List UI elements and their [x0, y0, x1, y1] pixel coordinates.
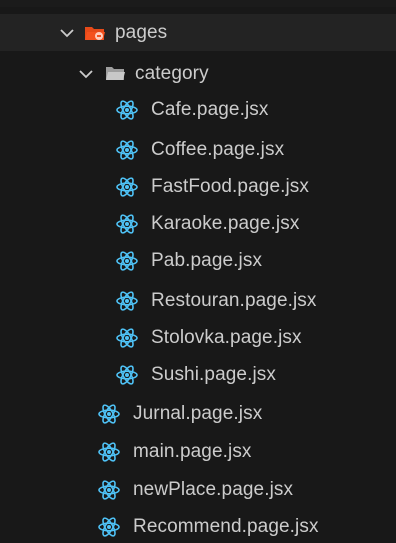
folder-pages-label: pages	[115, 22, 168, 43]
file-label: Sushi.page.jsx	[151, 364, 276, 385]
file-item[interactable]: Restouran.page.jsx	[0, 282, 396, 319]
file-item[interactable]: Recommend.page.jsx	[0, 508, 396, 543]
file-item[interactable]: main.page.jsx	[0, 433, 396, 470]
file-item[interactable]: newPlace.page.jsx	[0, 471, 396, 508]
react-icon	[116, 99, 138, 121]
file-explorer: pages category Cafe.page.jsx Coffee.page…	[0, 0, 396, 543]
react-icon	[116, 364, 138, 386]
file-item[interactable]: Cafe.page.jsx	[0, 91, 396, 128]
file-label: main.page.jsx	[133, 441, 252, 462]
chevron-down-icon[interactable]	[77, 65, 95, 83]
file-label: Coffee.page.jsx	[151, 139, 285, 160]
react-icon	[116, 290, 138, 312]
file-label: Pab.page.jsx	[151, 250, 263, 271]
react-icon	[116, 327, 138, 349]
file-item[interactable]: Sushi.page.jsx	[0, 356, 396, 393]
react-icon	[116, 250, 138, 272]
folder-open-pages-icon	[84, 24, 106, 42]
file-label: Cafe.page.jsx	[151, 99, 269, 120]
file-label: Karaoke.page.jsx	[151, 213, 300, 234]
file-item[interactable]: Stolovka.page.jsx	[0, 319, 396, 356]
folder-category-label: category	[135, 63, 209, 84]
file-label: Jurnal.page.jsx	[133, 403, 263, 424]
react-icon	[98, 479, 120, 501]
file-item[interactable]: FastFood.page.jsx	[0, 168, 396, 205]
file-label: Recommend.page.jsx	[133, 516, 319, 537]
react-icon	[116, 213, 138, 235]
file-item[interactable]: Coffee.page.jsx	[0, 131, 396, 168]
chevron-down-icon[interactable]	[58, 24, 76, 42]
folder-open-icon	[105, 65, 126, 82]
file-item[interactable]: Karaoke.page.jsx	[0, 205, 396, 242]
explorer-top-strip	[0, 0, 396, 7]
folder-pages[interactable]: pages	[0, 14, 396, 51]
react-icon	[98, 403, 120, 425]
file-label: FastFood.page.jsx	[151, 176, 310, 197]
folder-category[interactable]: category	[0, 55, 396, 92]
file-label: Stolovka.page.jsx	[151, 327, 302, 348]
file-label: Restouran.page.jsx	[151, 290, 317, 311]
file-item[interactable]: Pab.page.jsx	[0, 242, 396, 279]
react-icon	[98, 516, 120, 538]
react-icon	[116, 139, 138, 161]
react-icon	[98, 441, 120, 463]
file-label: newPlace.page.jsx	[133, 479, 294, 500]
file-item[interactable]: Jurnal.page.jsx	[0, 395, 396, 432]
react-icon	[116, 176, 138, 198]
